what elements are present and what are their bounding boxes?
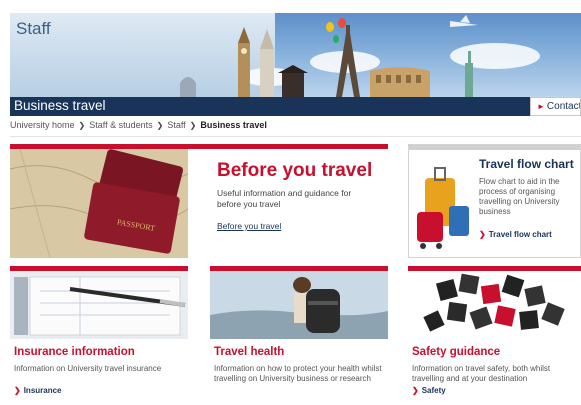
chevron-right-icon: ❯ [189, 121, 197, 130]
chevron-right-icon: ► [537, 102, 545, 111]
chevron-right-icon: ❯ [156, 121, 164, 130]
insurance-information-description: Information on University travel insuran… [14, 364, 162, 373]
travel-flow-chart-link-label: Travel flow chart [488, 230, 552, 239]
breadcrumb: University home ❯ Staff & students ❯ Staff ❯ B… [10, 120, 267, 130]
before-you-travel-link[interactable]: Before you travel [217, 221, 281, 231]
header-banner: Staff [10, 13, 581, 97]
travel-flow-chart-heading[interactable]: Travel flow chart [479, 157, 574, 171]
divider [10, 136, 581, 137]
safety-guidance-description: Information on travel safety, both whils… [412, 364, 551, 383]
insurance-document-image[interactable] [10, 271, 188, 339]
insurance-information-heading[interactable]: Insurance information [14, 346, 135, 358]
page-title: Business travel [14, 98, 106, 113]
chevron-right-icon: ❯ [412, 386, 419, 395]
contact-label: Contact [546, 101, 581, 112]
travel-health-description: Information on how to protect your healt… [214, 364, 382, 383]
breadcrumb-link-staff[interactable]: Staff [167, 120, 185, 130]
passport-map-image[interactable]: PASSPORT [10, 149, 188, 258]
breadcrumb-link-staff-students[interactable]: Staff & students [89, 120, 152, 130]
before-you-travel-tile: PASSPORT Before you travel Useful inform… [10, 144, 388, 258]
travel-flow-chart-link[interactable]: ❯ Travel flow chart [479, 230, 552, 239]
before-you-travel-description: Useful information and guidance for befo… [217, 188, 352, 209]
safety-guidance-heading[interactable]: Safety guidance [412, 346, 500, 358]
chevron-right-icon: ❯ [14, 386, 21, 395]
safety-link[interactable]: ❯ Safety [412, 386, 446, 395]
travel-flow-chart-description: Flow chart to aid in the process of orga… [479, 177, 560, 216]
travel-flow-chart-tile: Travel flow chart Flow chart to aid in t… [408, 144, 581, 258]
travel-health-heading[interactable]: Travel health [214, 346, 284, 358]
travel-health-tile: Travel health Information on how to prot… [210, 266, 388, 405]
chevron-right-icon: ❯ [78, 121, 86, 130]
before-you-travel-heading[interactable]: Before you travel [217, 160, 372, 182]
suitcases-image[interactable] [409, 150, 479, 257]
insurance-link[interactable]: ❯ Insurance [14, 386, 62, 395]
section-title: Staff [16, 19, 51, 38]
insurance-information-tile: Insurance information Information on Uni… [10, 266, 188, 405]
insurance-link-label: Insurance [23, 386, 62, 395]
chevron-right-icon: ❯ [479, 230, 486, 239]
safety-letter-cubes-image[interactable] [408, 271, 581, 339]
breadcrumb-link-home[interactable]: University home [10, 120, 75, 130]
breadcrumb-current: Business travel [200, 120, 267, 130]
contact-button[interactable]: ► Contact [530, 97, 581, 116]
safety-link-label: Safety [421, 386, 446, 395]
landmarks-skyline-image [180, 15, 478, 97]
backpacker-image[interactable] [210, 271, 388, 339]
safety-guidance-tile: Safety guidance Information on travel sa… [408, 266, 581, 405]
page-title-bar: Business travel [10, 97, 581, 116]
